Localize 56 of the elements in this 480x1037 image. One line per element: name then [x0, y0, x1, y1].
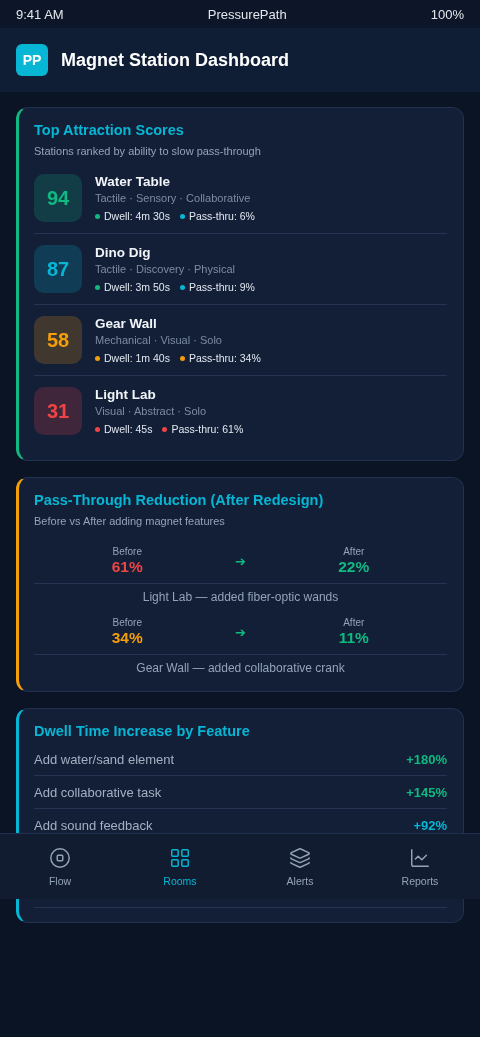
layers-icon [289, 846, 311, 869]
card-subtitle: Before vs After adding magnet features [34, 515, 226, 527]
station-tags: Tactile · Sensory · Collaborative [95, 192, 255, 204]
feature-label: Add collaborative task [34, 784, 162, 800]
station-name: Water Table [95, 174, 171, 189]
stat-text: Dwell: 1m 40s [104, 352, 170, 364]
line-chart-icon [409, 846, 431, 869]
increase-value: +180% [406, 751, 447, 767]
before-label: Before [112, 617, 142, 628]
stat-text: Pass-thru: 9% [188, 281, 255, 293]
increase-value: +92% [413, 817, 447, 833]
feature-label: Add water/sand element [34, 751, 175, 767]
after-value: 11% [338, 629, 369, 647]
stat-text: Pass-thru: 34% [188, 352, 261, 364]
score-value: 94 [46, 186, 70, 210]
after-label: After [343, 546, 365, 557]
card-title: Top Attraction Scores [34, 122, 185, 138]
nav-tab[interactable]: Alerts [240, 834, 360, 899]
redesign-note: Light Lab — added fiber-optic wands [141, 589, 340, 606]
station-name: Light Lab [95, 387, 157, 402]
station-tags: Visual · Abstract · Solo [95, 405, 244, 417]
after-value: 22% [338, 558, 370, 576]
arrow-icon: ➔ [235, 624, 246, 640]
stat-text: Pass-thru: 61% [171, 423, 244, 435]
nav-tab[interactable]: Flow [0, 834, 120, 899]
score-value: 58 [46, 328, 70, 352]
battery-level: 100% [430, 6, 464, 22]
app-logo: PP [16, 44, 48, 76]
before-value: 61% [111, 558, 143, 576]
stat-text: Pass-thru: 6% [188, 210, 255, 222]
card-title: Dwell Time Increase by Feature [34, 723, 251, 739]
feature-label: Add sound feedback [34, 817, 153, 833]
station-name: Gear Wall [95, 316, 158, 331]
before-value: 34% [111, 629, 143, 647]
score-value: 31 [46, 399, 70, 423]
page-title: Magnet Station Dashboard [61, 49, 289, 71]
card-subtitle: Stations ranked by ability to slow pass-through [34, 145, 262, 157]
station-tags: Tactile · Discovery · Physical [95, 263, 255, 275]
increase-value: +145% [406, 784, 447, 800]
nav-tab[interactable]: Reports [360, 834, 480, 899]
arrow-icon: ➔ [235, 553, 246, 569]
stat-text: Dwell: 4m 30s [104, 210, 170, 222]
score-value: 87 [46, 257, 70, 281]
before-label: Before [112, 546, 142, 557]
stat-text: Dwell: 3m 50s [104, 281, 170, 293]
stop-circle-icon [49, 846, 71, 869]
grid-icon [169, 846, 191, 869]
redesign-note: Gear Wall — added collaborative crank [135, 660, 346, 677]
station-name: Dino Dig [95, 245, 152, 260]
after-label: After [343, 617, 365, 628]
nav-tab[interactable]: Rooms [120, 834, 240, 899]
status-time: 9:41 AM [16, 6, 64, 22]
stat-text: Dwell: 45s [104, 423, 153, 435]
card-title: Pass-Through Reduction (After Redesign) [34, 492, 325, 508]
app-name: PressurePath [207, 6, 287, 22]
station-tags: Mechanical · Visual · Solo [95, 334, 261, 346]
